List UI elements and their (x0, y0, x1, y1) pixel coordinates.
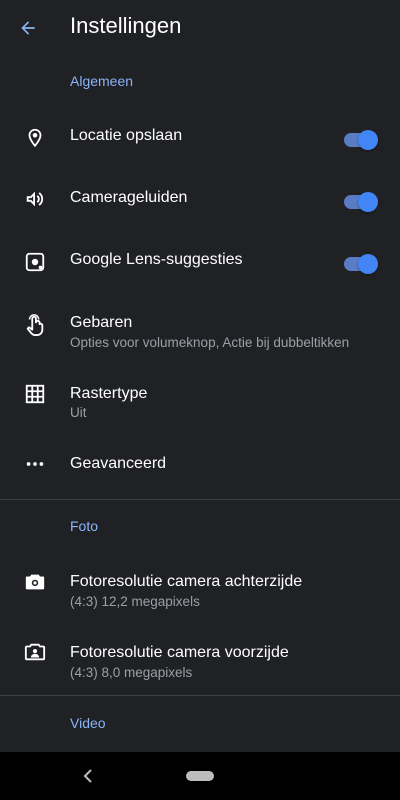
nav-back-button[interactable] (78, 766, 98, 786)
setting-sounds[interactable]: Camerageluiden (0, 180, 400, 220)
setting-rear-resolution[interactable]: Fotoresolutie camera achterzijde (4:3) 1… (0, 568, 400, 612)
toggle-thumb (358, 192, 378, 212)
setting-lens[interactable]: Google Lens-suggesties (0, 243, 400, 283)
setting-location-label: Locatie opslaan (70, 127, 183, 144)
grid-icon (22, 381, 48, 407)
back-button[interactable] (14, 14, 42, 42)
page-title: Instellingen (70, 13, 182, 38)
setting-advanced-label: Geavanceerd (70, 455, 167, 472)
location-toggle[interactable] (344, 130, 378, 150)
setting-gestures[interactable]: Gebaren Opties voor volumeknop, Actie bi… (0, 308, 400, 356)
setting-front-resolution-summary: (4:3) 8,0 megapixels (70, 665, 193, 680)
more-horiz-icon (22, 451, 48, 477)
setting-rear-resolution-summary: (4:3) 12,2 megapixels (70, 594, 200, 609)
setting-grid[interactable]: Rastertype Uit (0, 380, 400, 424)
setting-front-resolution-label: Fotoresolutie camera voorzijde (70, 644, 289, 661)
location-pin-icon (22, 125, 48, 151)
setting-gestures-label: Gebaren (70, 314, 133, 331)
setting-grid-summary: Uit (70, 405, 87, 420)
setting-front-resolution[interactable]: Fotoresolutie camera voorzijde (4:3) 8,0… (0, 638, 400, 682)
app-bar: Instellingen (0, 0, 400, 56)
speaker-icon (22, 186, 48, 212)
toggle-thumb (358, 254, 378, 274)
setting-gestures-summary: Opties voor volumeknop, Actie bij dubbel… (70, 335, 350, 350)
setting-rear-resolution-label: Fotoresolutie camera achterzijde (70, 573, 303, 590)
touch-gesture-icon (22, 312, 48, 338)
section-divider (0, 499, 400, 500)
setting-grid-label: Rastertype (70, 385, 148, 402)
camera-rear-icon (22, 569, 48, 595)
section-header-general: Algemeen (70, 73, 134, 89)
nav-home-pill[interactable] (186, 771, 214, 781)
section-divider (0, 695, 400, 696)
section-header-video: Video (70, 715, 106, 731)
setting-location[interactable]: Locatie opslaan (0, 118, 400, 158)
setting-lens-label: Google Lens-suggesties (70, 251, 243, 268)
arrow-back-icon (21, 21, 35, 35)
lens-icon (22, 249, 48, 275)
toggle-thumb (358, 130, 378, 150)
setting-advanced[interactable]: Geavanceerd (0, 450, 400, 480)
camera-front-icon (22, 639, 48, 665)
lens-toggle[interactable] (344, 254, 378, 274)
section-header-photo: Foto (70, 518, 99, 534)
chevron-left-icon (83, 769, 92, 783)
sounds-toggle[interactable] (344, 192, 378, 212)
setting-sounds-label: Camerageluiden (70, 189, 188, 206)
